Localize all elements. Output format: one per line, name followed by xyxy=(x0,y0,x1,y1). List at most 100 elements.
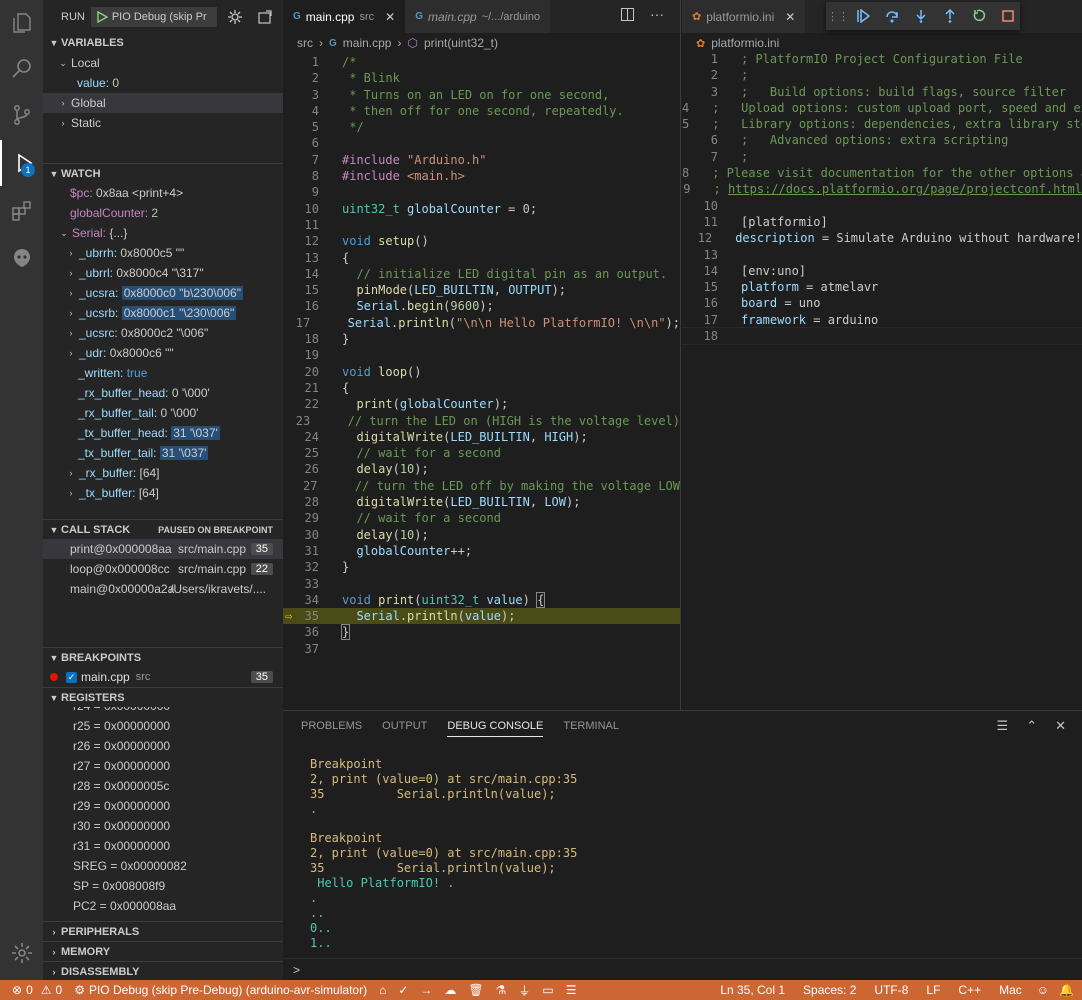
notifications-bell-icon[interactable]: 🔔 xyxy=(1055,983,1082,997)
tab-main-cpp-arduino[interactable]: G main.cpp ~/.../arduino xyxy=(405,0,551,33)
serial-monitor-plug-icon[interactable]: ⏚ xyxy=(512,982,536,999)
run-debug-icon[interactable]: 1 xyxy=(0,140,43,186)
watch-child[interactable]: _rx_buffer_head: 0 '\000' xyxy=(43,383,283,403)
platform-config[interactable]: Mac xyxy=(990,983,1031,997)
close-panel-icon[interactable]: ✕ xyxy=(1055,718,1066,734)
watch-child[interactable]: › _ucsrc: 0x8000c2 "\006" xyxy=(43,323,283,343)
continue-icon[interactable] xyxy=(854,8,871,25)
watch-item-globalcounter[interactable]: globalCounter: 2 xyxy=(43,203,283,223)
watch-child[interactable]: _rx_buffer_tail: 0 '\000' xyxy=(43,403,283,423)
step-over-icon[interactable] xyxy=(883,8,900,25)
settings-gear-icon[interactable] xyxy=(0,930,43,976)
source-control-icon[interactable] xyxy=(0,92,43,138)
code-editor-main-cpp[interactable]: 1/* 2 * Blink 3 * Turns on an LED on for… xyxy=(283,54,680,657)
register-row[interactable]: r27 = 0x00000000 xyxy=(43,756,283,776)
breakpoints-section-header[interactable]: ▼ BREAKPOINTS xyxy=(43,647,283,667)
variables-section-header[interactable]: ▼ VARIABLES xyxy=(43,33,283,53)
test-flask-icon[interactable]: ⚗ xyxy=(490,983,513,997)
code-editor-platformio-ini[interactable]: 1; PlatformIO Project Configuration File… xyxy=(682,51,1082,346)
watch-child[interactable]: › _ubrrh: 0x8000c5 "" xyxy=(43,243,283,263)
breakpoint-item[interactable]: ✓ main.cpp src 35 xyxy=(43,667,283,687)
maximize-panel-icon[interactable]: ⌃ xyxy=(1026,718,1037,734)
watch-item-serial[interactable]: ⌄ Serial: {...} xyxy=(43,223,283,243)
peripherals-section-header[interactable]: › PERIPHERALS xyxy=(43,921,283,941)
encoding[interactable]: UTF-8 xyxy=(865,983,917,997)
cursor-position[interactable]: Ln 35, Col 1 xyxy=(711,983,794,997)
memory-section-header[interactable]: › MEMORY xyxy=(43,941,283,961)
callstack-section-header[interactable]: ▼ CALL STACK PAUSED ON BREAKPOINT xyxy=(43,519,283,539)
breadcrumb-item[interactable]: platformio.ini xyxy=(711,36,779,50)
tab-debug-console[interactable]: DEBUG CONSOLE xyxy=(447,720,544,737)
step-out-icon[interactable] xyxy=(941,8,958,25)
register-row[interactable]: r30 = 0x00000000 xyxy=(43,816,283,836)
gear-icon[interactable] xyxy=(227,9,243,25)
tab-output[interactable]: OUTPUT xyxy=(382,720,427,732)
search-icon[interactable] xyxy=(0,46,43,92)
breakpoint-checkbox[interactable]: ✓ xyxy=(66,671,77,683)
callstack-frame[interactable]: main@0x00000a2a/Users/ikravets/.... xyxy=(43,579,283,599)
clear-console-icon[interactable]: ☰ xyxy=(997,718,1009,734)
explorer-icon[interactable] xyxy=(0,0,43,46)
stop-icon[interactable] xyxy=(999,8,1016,25)
tab-problems[interactable]: PROBLEMS xyxy=(301,720,362,732)
debug-console-input[interactable]: > xyxy=(283,958,1082,980)
register-row[interactable]: PC2 = 0x000008aa xyxy=(43,896,283,916)
callstack-frame[interactable]: print@0x000008aa src/main.cpp 35 xyxy=(43,539,283,559)
tab-terminal[interactable]: TERMINAL xyxy=(563,720,619,732)
watch-child[interactable]: _tx_buffer_tail: 31 '\037' xyxy=(43,443,283,463)
breadcrumb-item[interactable]: main.cpp xyxy=(343,36,392,50)
watch-child[interactable]: _tx_buffer_head: 31 '\037' xyxy=(43,423,283,443)
step-into-icon[interactable] xyxy=(912,8,929,25)
tasks-list-icon[interactable]: ☰ xyxy=(560,983,583,997)
variable-value[interactable]: value: 0 xyxy=(43,73,283,93)
register-row[interactable]: r28 = 0x0000005c xyxy=(43,776,283,796)
breadcrumb-item[interactable]: src xyxy=(297,36,313,50)
debug-console-icon[interactable] xyxy=(257,9,273,25)
remote-cloud-icon[interactable]: ☁ xyxy=(438,983,462,997)
build-check-icon[interactable]: ✓ xyxy=(392,983,414,997)
breadcrumb-item[interactable]: print(uint32_t) xyxy=(424,36,498,50)
debug-session-status[interactable]: ⚙ PIO Debug (skip Pre-Debug) (arduino-avr… xyxy=(68,983,373,997)
launch-config-select[interactable]: PIO Debug (skip Pr xyxy=(90,6,217,27)
restart-icon[interactable] xyxy=(970,8,987,25)
registers-section-header[interactable]: ▼ REGISTERS xyxy=(43,687,283,707)
disassembly-section-header[interactable]: › DISASSEMBLY xyxy=(43,961,283,980)
watch-child[interactable]: › _udr: 0x8000c6 "" xyxy=(43,343,283,363)
upload-arrow-icon[interactable]: → xyxy=(414,983,438,997)
platformio-icon[interactable] xyxy=(0,235,43,281)
watch-child[interactable]: › _ucsrb: 0x8000c1 "\230\006" xyxy=(43,303,283,323)
callstack-frame[interactable]: loop@0x000008cc src/main.cpp 22 xyxy=(43,559,283,579)
close-icon[interactable]: ✕ xyxy=(785,10,795,24)
watch-child[interactable]: › _ubrrl: 0x8000c4 "\317" xyxy=(43,263,283,283)
register-row[interactable]: r25 = 0x00000000 xyxy=(43,716,283,736)
register-row[interactable]: SREG = 0x00000082 xyxy=(43,856,283,876)
register-row[interactable]: r31 = 0x00000000 xyxy=(43,836,283,856)
extensions-icon[interactable] xyxy=(0,188,43,234)
more-actions-icon[interactable]: ··· xyxy=(650,6,664,22)
tab-platformio-ini[interactable]: ✿ platformio.ini ✕ xyxy=(682,0,806,33)
clean-trash-icon[interactable]: 🗑 xyxy=(462,983,489,997)
close-icon[interactable]: ✕ xyxy=(385,10,395,24)
watch-child[interactable]: › _ucsra: 0x8000c0 "b\230\006" xyxy=(43,283,283,303)
home-icon[interactable]: ⌂ xyxy=(373,983,392,997)
terminal-icon[interactable]: ▭ xyxy=(536,983,559,997)
watch-child[interactable]: _written: true xyxy=(43,363,283,383)
indentation[interactable]: Spaces: 2 xyxy=(794,983,865,997)
watch-section-header[interactable]: ▼ WATCH xyxy=(43,163,283,183)
watch-child[interactable]: › _rx_buffer: [64] xyxy=(43,463,283,483)
end-of-line[interactable]: LF xyxy=(917,983,949,997)
feedback-icon[interactable]: ☺ xyxy=(1031,983,1055,997)
variables-local-scope[interactable]: ⌄ Local xyxy=(43,53,283,73)
register-row[interactable]: r29 = 0x00000000 xyxy=(43,796,283,816)
register-row[interactable]: r26 = 0x00000000 xyxy=(43,736,283,756)
watch-child[interactable]: › _tx_buffer: [64] xyxy=(43,483,283,503)
language-mode[interactable]: C++ xyxy=(949,983,990,997)
variables-static-scope[interactable]: › Static xyxy=(43,113,283,133)
register-row[interactable]: r24 = 0x00000000 xyxy=(43,707,283,716)
watch-item-pc[interactable]: $pc: 0x8aa <print+4> xyxy=(43,183,283,203)
tab-main-cpp[interactable]: G main.cpp src ✕ xyxy=(283,0,406,33)
problems-status[interactable]: ⊗ 0 ⚠ 0 xyxy=(0,983,68,997)
register-row[interactable]: SP = 0x008008f9 xyxy=(43,876,283,896)
variables-global-scope[interactable]: › Global xyxy=(43,93,283,113)
drag-handle-icon[interactable]: ⋮⋮ xyxy=(827,8,849,25)
